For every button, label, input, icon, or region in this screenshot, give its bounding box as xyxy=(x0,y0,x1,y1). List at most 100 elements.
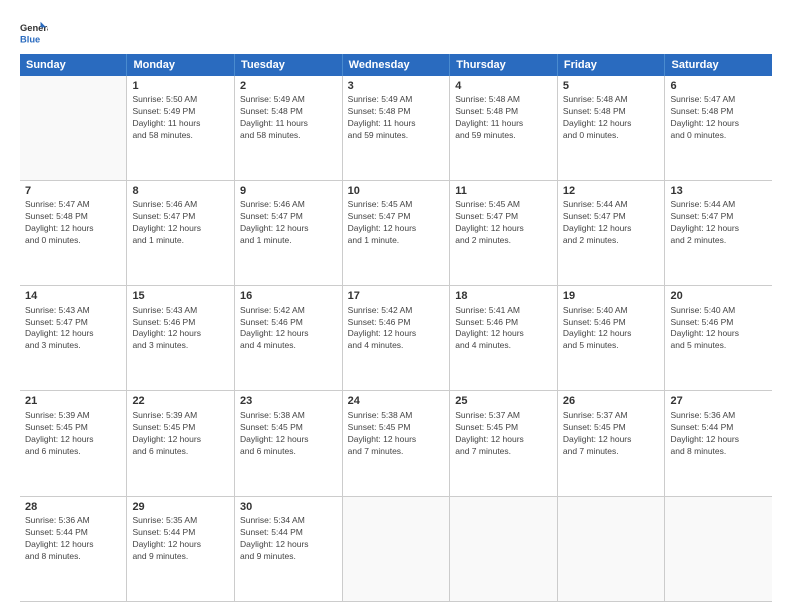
day-info-line: Daylight: 12 hours xyxy=(670,328,767,340)
day-info-line: Daylight: 12 hours xyxy=(240,223,337,235)
day-info-line: Daylight: 12 hours xyxy=(132,434,229,446)
day-info-line: Sunset: 5:44 PM xyxy=(25,527,121,539)
day-info-line: Daylight: 12 hours xyxy=(25,539,121,551)
day-info-line: Sunset: 5:46 PM xyxy=(455,317,552,329)
day-info-line: Daylight: 12 hours xyxy=(132,328,229,340)
day-info-line: and 59 minutes. xyxy=(348,130,445,142)
day-info-line: Sunset: 5:47 PM xyxy=(240,211,337,223)
day-info-line: Sunrise: 5:39 AM xyxy=(132,410,229,422)
day-info-line: Sunset: 5:45 PM xyxy=(563,422,660,434)
day-info-line: and 6 minutes. xyxy=(25,446,121,458)
day-info-line: Sunrise: 5:49 AM xyxy=(240,94,337,106)
day-info-line: Sunrise: 5:38 AM xyxy=(240,410,337,422)
day-info-line: Sunrise: 5:42 AM xyxy=(348,305,445,317)
day-17: 17Sunrise: 5:42 AMSunset: 5:46 PMDayligh… xyxy=(342,286,450,391)
day-info-line: Daylight: 12 hours xyxy=(348,434,445,446)
day-8: 8Sunrise: 5:46 AMSunset: 5:47 PMDaylight… xyxy=(127,180,235,285)
day-number-20: 20 xyxy=(670,289,767,304)
day-number-17: 17 xyxy=(348,289,445,304)
day-info-line: Sunset: 5:45 PM xyxy=(25,422,121,434)
day-number-23: 23 xyxy=(240,394,337,409)
day-info-line: Daylight: 12 hours xyxy=(132,539,229,551)
day-number-10: 10 xyxy=(348,184,445,199)
day-info-line: and 2 minutes. xyxy=(455,235,552,247)
day-info-line: Sunset: 5:48 PM xyxy=(670,106,767,118)
day-info-line: Daylight: 12 hours xyxy=(670,118,767,130)
day-number-19: 19 xyxy=(563,289,660,304)
day-15: 15Sunrise: 5:43 AMSunset: 5:46 PMDayligh… xyxy=(127,286,235,391)
day-number-28: 28 xyxy=(25,500,121,515)
day-number-6: 6 xyxy=(670,79,767,94)
day-info-line: Sunset: 5:46 PM xyxy=(670,317,767,329)
day-info-line: Sunrise: 5:47 AM xyxy=(670,94,767,106)
day-info-line: Sunset: 5:46 PM xyxy=(563,317,660,329)
week-row-2: 7Sunrise: 5:47 AMSunset: 5:48 PMDaylight… xyxy=(20,180,772,285)
day-info-line: Sunset: 5:48 PM xyxy=(348,106,445,118)
day-28: 28Sunrise: 5:36 AMSunset: 5:44 PMDayligh… xyxy=(20,496,127,601)
day-number-5: 5 xyxy=(563,79,660,94)
day-info-line: Daylight: 12 hours xyxy=(563,118,660,130)
day-info-line: Sunset: 5:46 PM xyxy=(132,317,229,329)
day-11: 11Sunrise: 5:45 AMSunset: 5:47 PMDayligh… xyxy=(450,180,558,285)
logo-icon: General Blue xyxy=(20,18,48,46)
day-number-26: 26 xyxy=(563,394,660,409)
day-16: 16Sunrise: 5:42 AMSunset: 5:46 PMDayligh… xyxy=(235,286,343,391)
day-1: 1Sunrise: 5:50 AMSunset: 5:49 PMDaylight… xyxy=(127,76,235,180)
day-info-line: Daylight: 12 hours xyxy=(25,434,121,446)
day-info-line: Daylight: 12 hours xyxy=(563,328,660,340)
day-info-line: Sunrise: 5:43 AM xyxy=(132,305,229,317)
day-26: 26Sunrise: 5:37 AMSunset: 5:45 PMDayligh… xyxy=(557,391,665,496)
day-number-15: 15 xyxy=(132,289,229,304)
day-info-line: Daylight: 12 hours xyxy=(563,223,660,235)
day-number-7: 7 xyxy=(25,184,121,199)
weekday-tuesday: Tuesday xyxy=(235,54,343,76)
day-info-line: Sunrise: 5:37 AM xyxy=(455,410,552,422)
day-empty xyxy=(450,496,558,601)
svg-text:General: General xyxy=(20,23,48,33)
day-info-line: Sunrise: 5:35 AM xyxy=(132,515,229,527)
day-number-9: 9 xyxy=(240,184,337,199)
day-3: 3Sunrise: 5:49 AMSunset: 5:48 PMDaylight… xyxy=(342,76,450,180)
day-info-line: Daylight: 12 hours xyxy=(132,223,229,235)
day-empty xyxy=(665,496,772,601)
weekday-friday: Friday xyxy=(557,54,665,76)
day-info-line: Daylight: 12 hours xyxy=(455,328,552,340)
day-info-line: and 5 minutes. xyxy=(670,340,767,352)
day-number-11: 11 xyxy=(455,184,552,199)
day-19: 19Sunrise: 5:40 AMSunset: 5:46 PMDayligh… xyxy=(557,286,665,391)
day-number-24: 24 xyxy=(348,394,445,409)
day-10: 10Sunrise: 5:45 AMSunset: 5:47 PMDayligh… xyxy=(342,180,450,285)
day-number-12: 12 xyxy=(563,184,660,199)
day-info-line: Sunset: 5:45 PM xyxy=(132,422,229,434)
day-info-line: Sunrise: 5:45 AM xyxy=(455,199,552,211)
day-info-line: Sunrise: 5:40 AM xyxy=(670,305,767,317)
day-info-line: Sunrise: 5:37 AM xyxy=(563,410,660,422)
day-info-line: Daylight: 12 hours xyxy=(240,539,337,551)
weekday-monday: Monday xyxy=(127,54,235,76)
day-info-line: Sunrise: 5:34 AM xyxy=(240,515,337,527)
day-info-line: Daylight: 12 hours xyxy=(348,328,445,340)
day-info-line: Sunset: 5:47 PM xyxy=(348,211,445,223)
day-info-line: Daylight: 11 hours xyxy=(132,118,229,130)
day-info-line: Sunrise: 5:48 AM xyxy=(455,94,552,106)
day-number-18: 18 xyxy=(455,289,552,304)
day-info-line: Sunset: 5:49 PM xyxy=(132,106,229,118)
day-info-line: Sunset: 5:44 PM xyxy=(132,527,229,539)
day-empty xyxy=(557,496,665,601)
weekday-saturday: Saturday xyxy=(665,54,772,76)
calendar: SundayMondayTuesdayWednesdayThursdayFrid… xyxy=(20,54,772,602)
day-4: 4Sunrise: 5:48 AMSunset: 5:48 PMDaylight… xyxy=(450,76,558,180)
day-info-line: and 6 minutes. xyxy=(240,446,337,458)
day-29: 29Sunrise: 5:35 AMSunset: 5:44 PMDayligh… xyxy=(127,496,235,601)
day-7: 7Sunrise: 5:47 AMSunset: 5:48 PMDaylight… xyxy=(20,180,127,285)
day-info-line: Sunrise: 5:48 AM xyxy=(563,94,660,106)
day-info-line: Sunset: 5:47 PM xyxy=(455,211,552,223)
day-number-21: 21 xyxy=(25,394,121,409)
day-info-line: Sunset: 5:47 PM xyxy=(670,211,767,223)
logo: General Blue xyxy=(20,18,52,46)
day-info-line: and 7 minutes. xyxy=(455,446,552,458)
day-info-line: and 9 minutes. xyxy=(240,551,337,563)
day-number-2: 2 xyxy=(240,79,337,94)
day-info-line: Daylight: 12 hours xyxy=(670,434,767,446)
day-number-8: 8 xyxy=(132,184,229,199)
